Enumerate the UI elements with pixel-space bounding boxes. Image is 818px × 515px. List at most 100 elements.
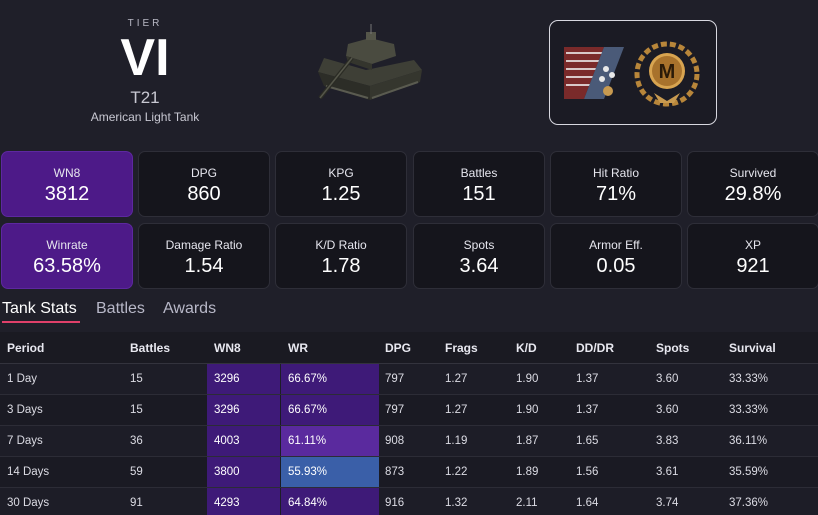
column-header-wn8[interactable]: WN8 <box>214 341 241 355</box>
cell-spots: 3.83 <box>656 435 679 447</box>
cell-dddr: 1.56 <box>576 466 599 478</box>
cell-battles: 15 <box>130 404 143 416</box>
stat-card-wn8: WN8 3812 <box>1 151 133 217</box>
stat-card-winrate: Winrate 63.58% <box>1 223 133 289</box>
tab-awards[interactable]: Awards <box>163 300 216 318</box>
cell-dpg: 797 <box>385 404 405 416</box>
cell-spots: 3.74 <box>656 497 679 509</box>
column-header-spots[interactable]: Spots <box>656 341 689 355</box>
cell-wr: 55.93% <box>281 457 379 487</box>
table-row: 14 Days 59 3800 55.93% 873 1.22 1.89 1.5… <box>0 457 818 488</box>
column-header-dddr[interactable]: DD/DR <box>576 341 614 355</box>
cell-wn8: 3296 <box>207 364 280 394</box>
cell-battles: 59 <box>130 466 143 478</box>
column-header-wr[interactable]: WR <box>288 341 308 355</box>
cell-wn8: 3800 <box>207 457 280 487</box>
cell-kd: 1.90 <box>516 373 539 385</box>
stat-label: Hit Ratio <box>592 166 639 180</box>
stat-label: Damage Ratio <box>165 238 243 252</box>
cell-spots: 3.60 <box>656 373 679 385</box>
active-tab-indicator <box>2 321 80 323</box>
cell-dddr: 1.37 <box>576 373 599 385</box>
cell-kd: 1.87 <box>516 435 539 447</box>
tank-name: T21 <box>130 88 160 107</box>
cell-survival: 35.59% <box>729 466 769 478</box>
cell-survival: 33.33% <box>729 373 769 385</box>
table-header: Period Battles WN8 WR DPG Frags K/D DD/D… <box>0 332 818 364</box>
tab-battles[interactable]: Battles <box>96 300 145 318</box>
cell-kd: 1.89 <box>516 466 539 478</box>
cell-survival: 36.11% <box>729 435 768 447</box>
stat-card-battles: Battles 151 <box>413 151 545 217</box>
column-header-survival[interactable]: Survival <box>729 341 776 355</box>
cell-frags: 1.22 <box>445 466 468 478</box>
stat-card-spots: Spots 3.64 <box>413 223 545 289</box>
tank-type: American Light Tank <box>90 110 200 124</box>
cell-survival: 37.36% <box>729 497 769 509</box>
stat-label: Battles <box>460 166 498 180</box>
cell-period: 1 Day <box>7 373 38 385</box>
cell-spots: 3.61 <box>656 466 679 478</box>
table-row: 1 Day 15 3296 66.67% 797 1.27 1.90 1.37 … <box>0 364 818 395</box>
mastery-m-medal-icon: M <box>634 41 700 107</box>
cell-battles: 91 <box>130 497 143 509</box>
column-header-kd[interactable]: K/D <box>516 341 537 355</box>
column-header-period[interactable]: Period <box>7 341 44 355</box>
tank-header: TIER VI T21 American Light Tank <box>60 18 230 124</box>
stat-value: 3.64 <box>459 255 499 277</box>
stat-label: DPG <box>190 166 217 180</box>
stat-card-dpg: DPG 860 <box>138 151 270 217</box>
cell-dpg: 916 <box>385 497 405 509</box>
stat-card-kd-ratio: K/D Ratio 1.78 <box>275 223 407 289</box>
cell-frags: 1.27 <box>445 373 468 385</box>
cell-wn8: 4003 <box>207 426 280 456</box>
stat-card-damage-ratio: Damage Ratio 1.54 <box>138 223 270 289</box>
cell-dddr: 1.37 <box>576 404 599 416</box>
column-header-frags[interactable]: Frags <box>445 341 478 355</box>
stat-value: 63.58% <box>33 255 101 277</box>
cell-period: 14 Days <box>7 466 50 478</box>
cell-wr: 66.67% <box>281 364 379 394</box>
cell-dpg: 908 <box>385 435 405 447</box>
period-stats-table: Period Battles WN8 WR DPG Frags K/D DD/D… <box>0 332 818 515</box>
stat-value: 1.54 <box>184 255 224 277</box>
tank-image-icon <box>310 20 430 110</box>
cell-dddr: 1.65 <box>576 435 599 447</box>
awards-panel: M <box>549 20 717 125</box>
cell-wr: 61.11% <box>281 426 379 456</box>
stat-value: 71% <box>595 183 637 205</box>
cell-dddr: 1.64 <box>576 497 599 509</box>
column-header-battles[interactable]: Battles <box>130 341 170 355</box>
cell-period: 30 Days <box>7 497 50 509</box>
stat-value: 1.25 <box>321 183 361 205</box>
table-row: 7 Days 36 4003 61.11% 908 1.19 1.87 1.65… <box>0 426 818 457</box>
cell-battles: 36 <box>130 435 143 447</box>
stat-label: Winrate <box>46 238 88 252</box>
cell-dpg: 797 <box>385 373 405 385</box>
tier-value: VI <box>120 29 170 87</box>
cell-period: 7 Days <box>7 435 43 447</box>
stat-card-xp: XP 921 <box>687 223 818 289</box>
cell-survival: 33.33% <box>729 404 769 416</box>
column-header-dpg[interactable]: DPG <box>385 341 411 355</box>
cell-wn8: 3296 <box>207 395 280 425</box>
cell-kd: 2.11 <box>516 497 538 509</box>
cell-wn8: 4293 <box>207 488 280 515</box>
stat-label: Armor Eff. <box>589 238 643 252</box>
mastery-letter: M <box>659 61 676 83</box>
cell-spots: 3.60 <box>656 404 679 416</box>
stat-label: K/D Ratio <box>315 238 367 252</box>
cell-frags: 1.19 <box>445 435 468 447</box>
table-row: 30 Days 91 4293 64.84% 916 1.32 2.11 1.6… <box>0 488 818 515</box>
cell-battles: 15 <box>130 373 143 385</box>
stat-card-hit-ratio: Hit Ratio 71% <box>550 151 682 217</box>
stat-value: 29.8% <box>724 183 782 205</box>
stat-value: 151 <box>462 183 496 205</box>
cell-wr: 66.67% <box>281 395 379 425</box>
stat-value: 921 <box>736 255 770 277</box>
stat-value: 3812 <box>44 183 90 205</box>
cell-frags: 1.32 <box>445 497 468 509</box>
stat-card-survived: Survived 29.8% <box>687 151 818 217</box>
tab-tank-stats[interactable]: Tank Stats <box>2 300 77 318</box>
stat-label: Spots <box>463 238 495 252</box>
